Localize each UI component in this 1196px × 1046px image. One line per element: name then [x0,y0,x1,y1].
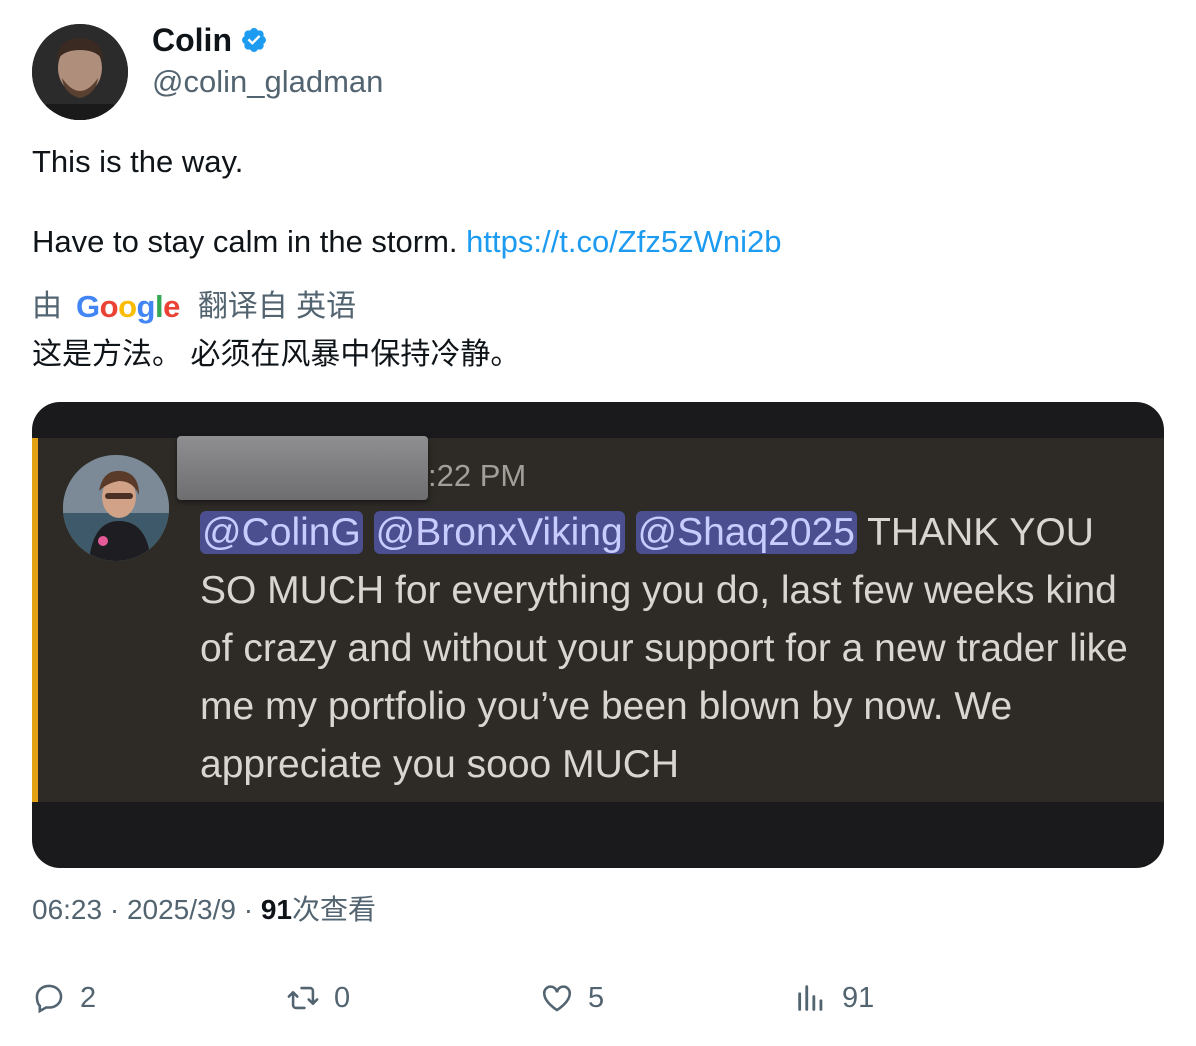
google-logo: Google [76,289,180,324]
sender-avatar-photo [63,455,169,561]
media-message-time: :22 PM [428,458,527,493]
author-name-row[interactable]: Colin [152,20,268,60]
views-count-action: 91 [842,981,875,1014]
translation-by: 由 [32,290,62,323]
translation-attribution: 由 Google 翻译自 英语 [32,286,356,328]
repost-button[interactable]: 0 [286,978,350,1018]
views-count: 91 [260,894,293,925]
reply-icon [35,984,63,1014]
author-avatar[interactable] [32,24,128,120]
tweet-meta: 06:23 · 2025/3/9 · 91次查看 [32,890,376,930]
views-chart-icon [798,985,823,1011]
tweet-link[interactable]: https://t.co/Zfz5zWni2b [466,224,781,259]
views-label: 次查看 [292,894,377,925]
meta-separator: · [109,894,120,925]
mention-colin: @ColinG [200,511,363,554]
author-handle[interactable]: @colin_gladman [152,62,383,102]
tweet-text-line-2: Have to stay calm in the storm. https://… [32,222,781,262]
repost-count: 0 [334,981,351,1014]
reply-count: 2 [80,981,97,1014]
tweet-text-line-1: This is the way. [32,144,244,179]
avatar-photo [32,24,128,120]
heart-icon [542,985,572,1012]
author-name[interactable]: Colin [152,20,232,60]
views-button[interactable]: 91 [794,978,874,1018]
tweet-date[interactable]: 2025/3/9 [127,894,236,925]
mention-bronxviking: @BronxViking [373,511,625,554]
meta-separator: · [243,894,254,925]
reply-button[interactable]: 2 [32,978,96,1018]
repost-icon [287,986,319,1010]
like-button[interactable]: 5 [540,978,604,1018]
like-count: 5 [588,981,605,1014]
media-redacted-username [177,436,428,500]
translated-text: 这是方法。 必须在风暴中保持冷静。 [32,338,521,371]
tweet-text: Have to stay calm in the storm. [32,224,458,259]
media-accent-bar [32,438,38,802]
translation-from: 翻译自 英语 [197,290,357,323]
verified-badge-icon [242,28,266,52]
media-sender-avatar [63,455,169,561]
tweet-time[interactable]: 06:23 [32,894,102,925]
media-message-text: @ColinG @BronxViking @Shaq2025 THANK YOU… [200,504,1150,794]
mention-shaq: @Shaq2025 [635,511,857,554]
tweet-media-image[interactable]: :22 PM @ColinG @BronxViking @Shaq2025 TH… [32,402,1164,868]
